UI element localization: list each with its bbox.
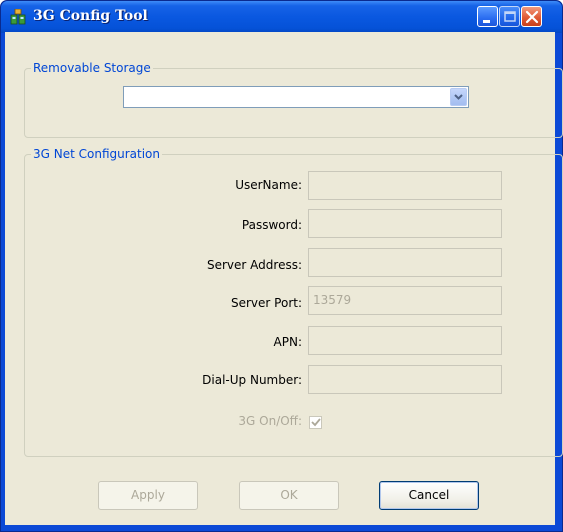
app-icon: [10, 8, 26, 25]
username-input[interactable]: [308, 171, 502, 200]
dialup-number-input[interactable]: [308, 365, 502, 394]
net-config-legend: 3G Net Configuration: [33, 147, 161, 161]
storage-select[interactable]: [123, 86, 469, 108]
dialup-number-label: Dial-Up Number:: [202, 373, 302, 387]
chevron-down-icon: [454, 94, 463, 100]
password-input[interactable]: [308, 209, 502, 238]
password-label: Password:: [241, 218, 302, 232]
close-button[interactable]: [521, 6, 542, 27]
server-port-label: Server Port:: [231, 296, 302, 310]
apply-button[interactable]: Apply: [98, 481, 198, 510]
apn-input[interactable]: [308, 326, 502, 355]
server-port-input[interactable]: 13579: [308, 286, 502, 315]
checkmark-icon: [311, 418, 321, 427]
apn-label: APN:: [273, 335, 302, 349]
cancel-button[interactable]: Cancel: [379, 481, 479, 510]
dialog-body: Removable Storage 3G Net Configuration U…: [5, 32, 563, 525]
onoff-checkbox[interactable]: [309, 416, 322, 429]
username-label: UserName:: [235, 178, 302, 192]
server-address-label: Server Address:: [207, 258, 302, 272]
removable-storage-legend: Removable Storage: [33, 61, 151, 75]
minimize-button[interactable]: [477, 6, 498, 27]
maximize-icon: [504, 11, 516, 22]
server-address-input[interactable]: [308, 248, 502, 277]
storage-dropdown-button[interactable]: [450, 88, 467, 106]
onoff-label: 3G On/Off:: [238, 414, 302, 428]
title-bar[interactable]: 3G Config Tool: [1, 1, 562, 33]
close-icon: [525, 10, 539, 24]
minimize-icon: [483, 20, 490, 23]
window-title: 3G Config Tool: [33, 8, 148, 24]
ok-button[interactable]: OK: [239, 481, 339, 510]
maximize-button[interactable]: [499, 6, 520, 27]
